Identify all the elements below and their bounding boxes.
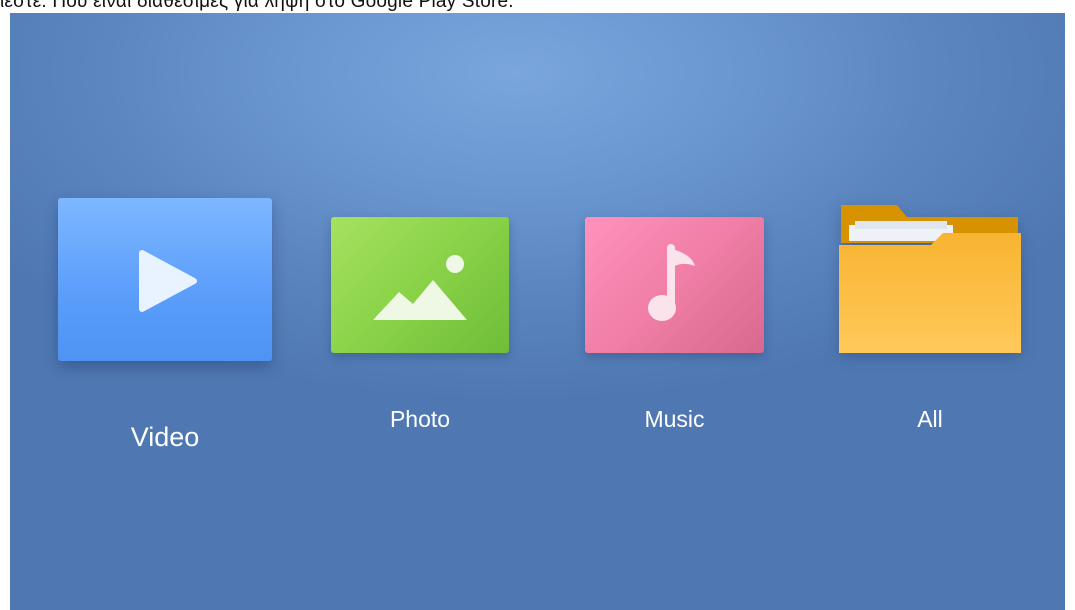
- play-icon: [139, 250, 197, 312]
- caption-strip: ίεστε. Που είναι διαθέσιμες για λήψη στο…: [0, 0, 1075, 13]
- folder-icon[interactable]: [835, 203, 1025, 359]
- tile-music[interactable]: Music: [585, 217, 765, 437]
- caption-text: ίεστε. Που είναι διαθέσιμες για λήψη στο…: [0, 0, 514, 12]
- music-card[interactable]: [585, 217, 764, 353]
- music-label: Music: [644, 406, 705, 432]
- all-label: All: [917, 406, 943, 432]
- tile-all[interactable]: All: [835, 203, 1025, 437]
- photo-label: Photo: [389, 406, 451, 432]
- music-note-icon: [648, 244, 695, 321]
- video-label: Video: [130, 422, 200, 452]
- tile-video[interactable]: Video: [58, 198, 273, 463]
- photo-card[interactable]: [331, 217, 509, 353]
- video-card[interactable]: [58, 198, 272, 361]
- media-launcher-screen: Video Photo Music All: [10, 13, 1065, 610]
- image-icon: [373, 255, 467, 320]
- tile-photo[interactable]: Photo: [331, 217, 510, 437]
